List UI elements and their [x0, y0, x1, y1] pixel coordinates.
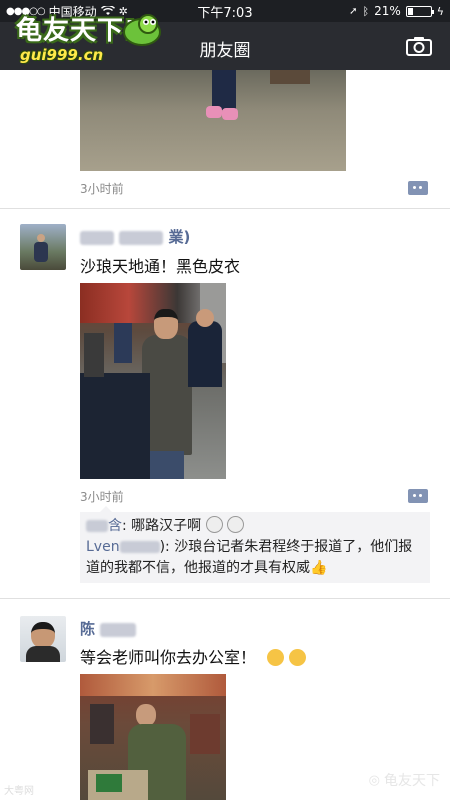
watermark-source: 大粤网: [4, 786, 34, 797]
battery-icon: [405, 5, 434, 17]
location-icon: ➚: [349, 5, 358, 17]
comment-button[interactable]: [408, 489, 428, 503]
brand-logo: 龟友天下! gui999.cn: [6, 4, 166, 74]
post-text: 等会老师叫你去办公室！: [80, 644, 307, 668]
divider: [0, 208, 450, 209]
bluetooth-icon: ᛒ: [362, 4, 370, 18]
turtle-icon: [123, 14, 161, 46]
post-photo[interactable]: [80, 283, 226, 479]
wechat-icon: ◎: [368, 772, 380, 788]
divider: [0, 598, 450, 599]
author-name[interactable]: 業): [80, 226, 190, 247]
charging-icon: ϟ: [436, 4, 444, 18]
post-time: 3小时前: [80, 182, 124, 196]
comment-item[interactable]: Lven): 沙琅台记者朱君程终于报道了，他们报道的我都不信，他报道的才具有权威…: [80, 537, 430, 579]
post-text: 沙琅天地通！黑色皮衣: [80, 257, 241, 276]
ghost-emoji-icon: [205, 516, 223, 533]
post-time: 3小时前: [80, 490, 124, 504]
grin-emoji-icon: [267, 649, 285, 666]
ghost-emoji-icon: [227, 516, 245, 533]
camera-icon[interactable]: [406, 36, 432, 56]
comment-button[interactable]: [408, 181, 428, 195]
status-time: 下午7:03: [197, 5, 253, 21]
post-photo[interactable]: [80, 674, 226, 800]
comment-item[interactable]: 含: 哪路汉子啊: [80, 516, 430, 537]
grin-emoji-icon: [289, 649, 307, 666]
post-photo[interactable]: [80, 70, 346, 171]
avatar[interactable]: [20, 616, 66, 662]
thumbs-up-emoji-icon: 👍: [310, 560, 328, 576]
author-name[interactable]: 陈: [80, 618, 137, 639]
battery-percent: 21%: [374, 4, 401, 18]
avatar[interactable]: [20, 224, 66, 270]
comment-section: 含: 哪路汉子啊 Lven): 沙琅台记者朱君程终于报道了，他们报道的我都不信，…: [80, 506, 430, 583]
moments-feed[interactable]: 3小时前 業) 沙琅天地通！黑色皮衣 3小时前 含: 哪路汉子啊 Lven): …: [0, 70, 450, 800]
watermark-brand: ◎ 龟友天下: [368, 772, 440, 790]
